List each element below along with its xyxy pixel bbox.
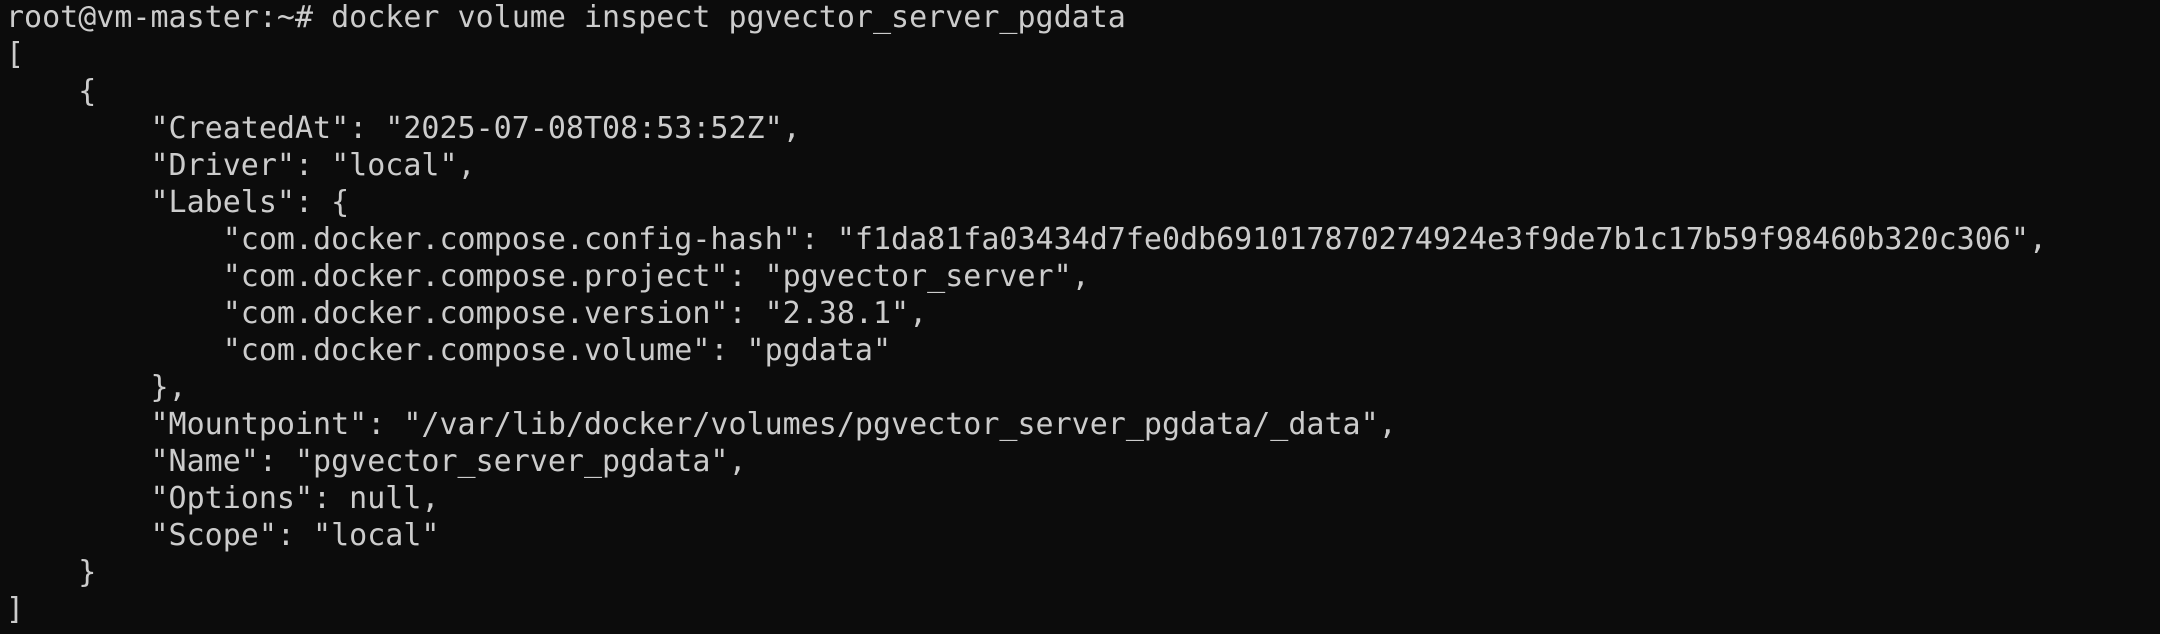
command-prompt-line: root@vm-master:~# docker volume inspect … (6, 0, 1126, 35)
output-line: [ (6, 37, 25, 72)
output-line: "com.docker.compose.version": "2.38.1", (6, 296, 928, 331)
output-line: "Name": "pgvector_server_pgdata", (6, 444, 747, 479)
output-line: { (6, 74, 97, 109)
output-line: "Options": null, (6, 481, 440, 516)
output-line: "Labels": { (6, 185, 350, 220)
output-line: "Driver": "local", (6, 148, 476, 183)
output-line: "com.docker.compose.volume": "pgdata" (6, 333, 892, 368)
output-line: "com.docker.compose.project": "pgvector_… (6, 259, 1090, 294)
output-line: "Scope": "local" (6, 518, 440, 553)
output-line: "CreatedAt": "2025-07-08T08:53:52Z", (6, 111, 801, 146)
terminal-window[interactable]: root@vm-master:~# docker volume inspect … (0, 0, 2160, 634)
output-line: "com.docker.compose.config-hash": "f1da8… (6, 222, 2047, 257)
output-line: ] (6, 592, 25, 627)
output-line: }, (6, 370, 187, 405)
output-line: } (6, 555, 97, 590)
output-line: "Mountpoint": "/var/lib/docker/volumes/p… (6, 407, 1397, 442)
